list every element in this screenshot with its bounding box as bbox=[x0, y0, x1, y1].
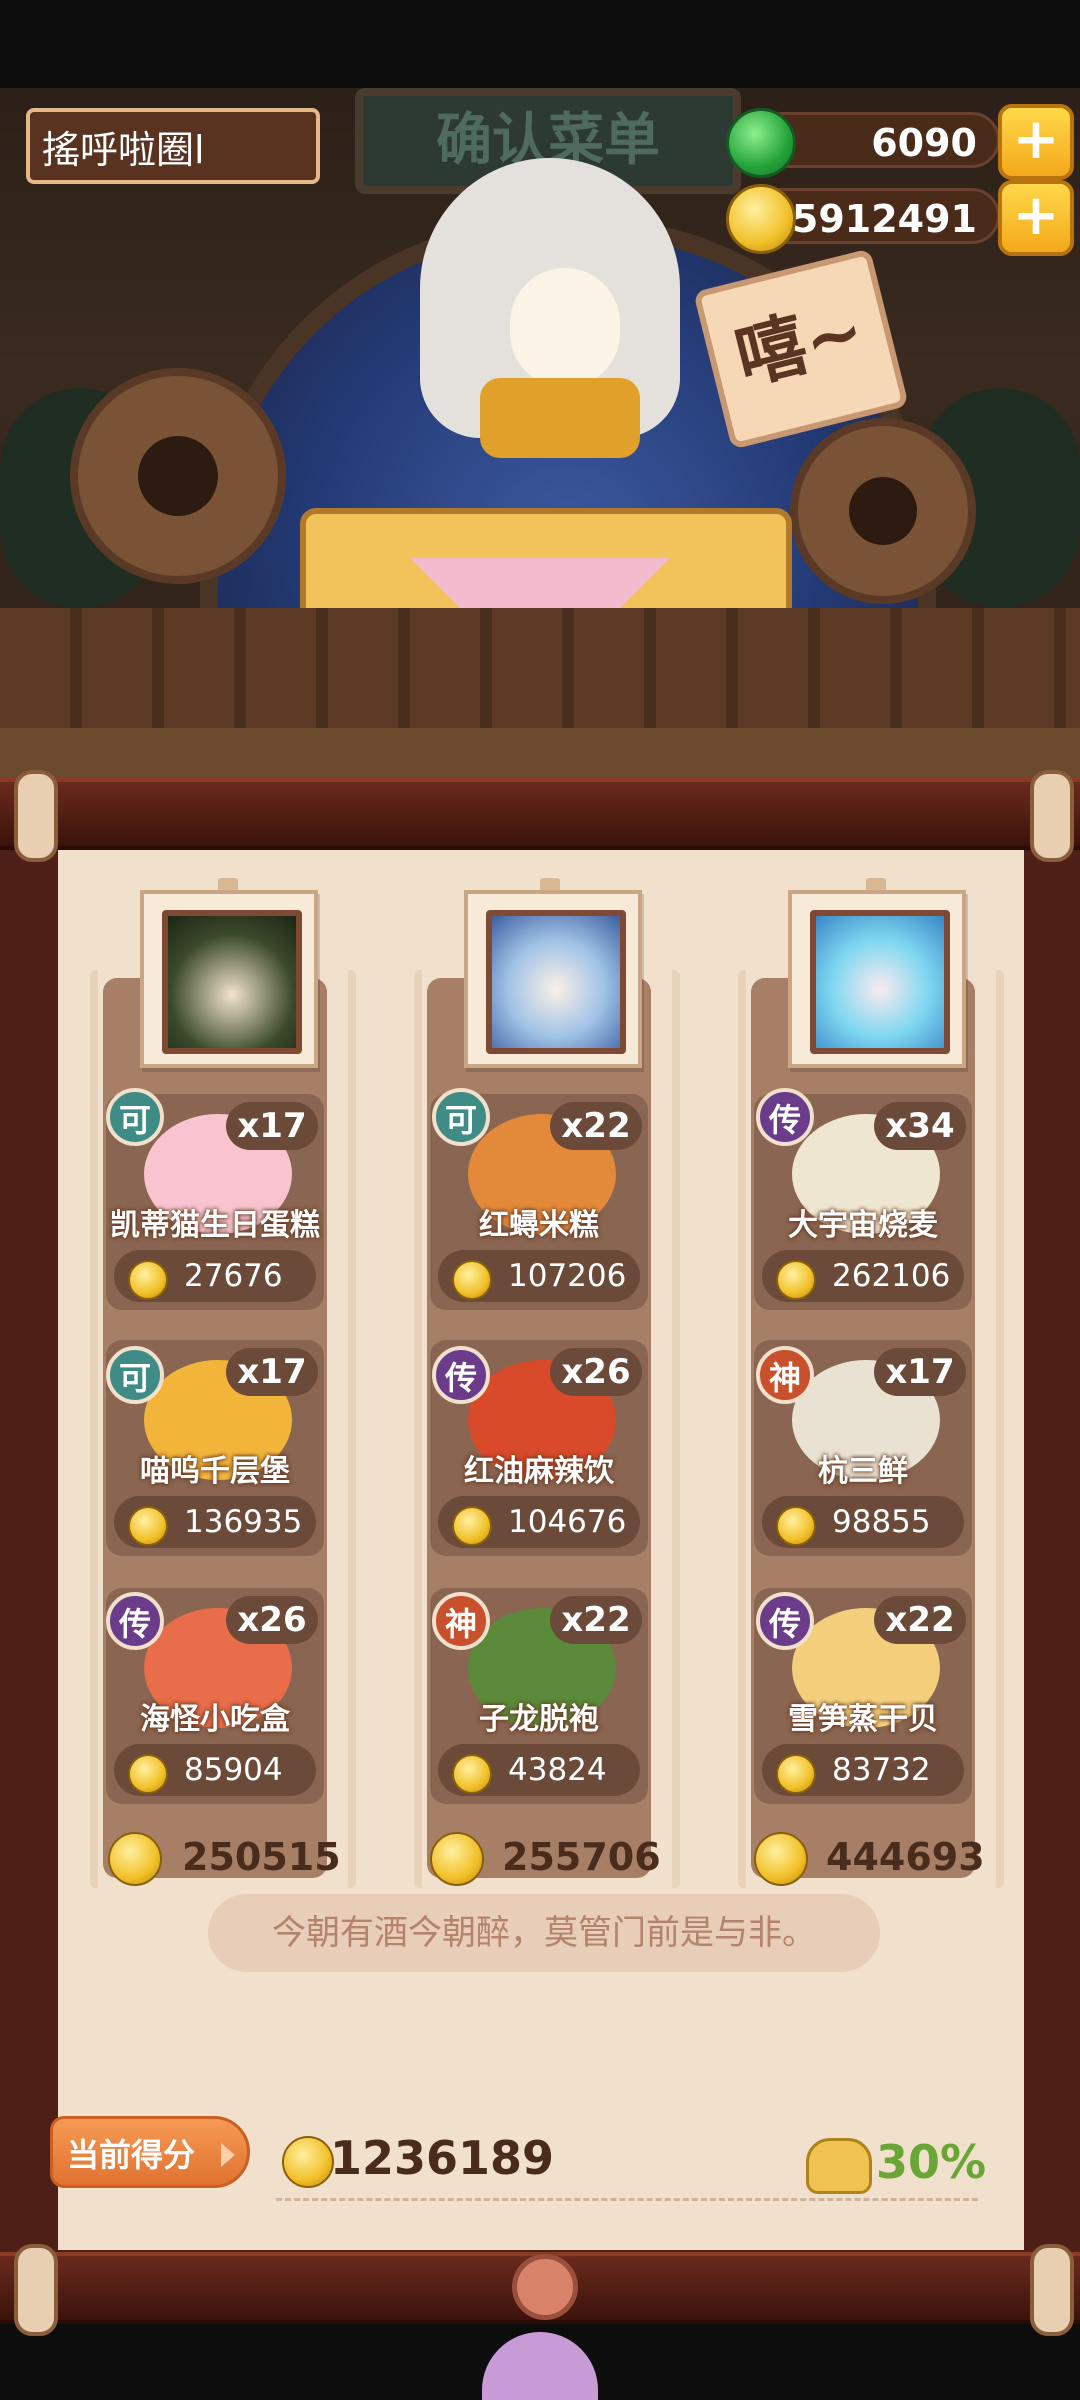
dish-quantity: x22 bbox=[874, 1596, 966, 1644]
rarity-badge: 可 bbox=[106, 1088, 164, 1146]
dish-quantity: x17 bbox=[874, 1348, 966, 1396]
witch-cat-character-icon bbox=[162, 910, 302, 1054]
shopkeeper-quote: 今朝有酒今朝醉，莫管门前是与非。 bbox=[208, 1894, 880, 1972]
dish-name: 雪笋蒸干贝 bbox=[788, 1702, 938, 1737]
dish-name: 红油麻辣饮 bbox=[464, 1454, 614, 1489]
coin-icon bbox=[452, 1506, 492, 1546]
score-value: 1236189 bbox=[330, 2131, 555, 2185]
coin-icon bbox=[128, 1506, 168, 1546]
rarity-badge: 传 bbox=[756, 1592, 814, 1650]
coin-icon bbox=[452, 1260, 492, 1300]
dish-quantity: x22 bbox=[550, 1596, 642, 1644]
rod-end-icon bbox=[1030, 770, 1074, 862]
coin-icon bbox=[282, 2136, 334, 2188]
coin-icon bbox=[108, 1832, 162, 1886]
rarity-badge: 传 bbox=[432, 1346, 490, 1404]
dish-name: 大宇宙烧麦 bbox=[788, 1208, 938, 1243]
shopkeeper-face bbox=[510, 268, 620, 388]
rarity-badge: 神 bbox=[432, 1592, 490, 1650]
coin-icon bbox=[452, 1754, 492, 1794]
blue-hair-girl-character-icon bbox=[810, 910, 950, 1054]
knot-icon bbox=[512, 2254, 578, 2320]
rarity-badge: 传 bbox=[106, 1592, 164, 1650]
dish-name: 海怪小吃盒 bbox=[140, 1702, 290, 1737]
dish-name: 红蟳米糕 bbox=[479, 1208, 599, 1243]
rarity-badge: 神 bbox=[756, 1346, 814, 1404]
rod-end-icon bbox=[14, 2244, 58, 2336]
dish-quantity: x22 bbox=[550, 1102, 642, 1150]
guest-portrait-2[interactable] bbox=[464, 890, 642, 1068]
current-score-button[interactable]: 当前得分 bbox=[50, 2116, 250, 2188]
player-name[interactable]: 搖呼啦圈l bbox=[26, 108, 320, 184]
add-gold-button[interactable]: + bbox=[998, 180, 1074, 256]
dish-name: 喵呜千层堡 bbox=[140, 1454, 290, 1489]
rarity-badge: 传 bbox=[756, 1088, 814, 1146]
coin-icon bbox=[754, 1832, 808, 1886]
white-hair-boy-character-icon bbox=[486, 910, 626, 1054]
column-total: 255706 bbox=[502, 1835, 661, 1879]
gold-coin-icon bbox=[726, 184, 796, 254]
rarity-badge: 可 bbox=[432, 1088, 490, 1146]
dish-name: 子龙脱袍 bbox=[479, 1702, 599, 1737]
guest-portrait-1[interactable] bbox=[140, 890, 318, 1068]
dish-name: 凯蒂猫生日蛋糕 bbox=[110, 1208, 320, 1243]
jade-icon bbox=[726, 108, 796, 178]
fan-right-decoration bbox=[790, 418, 976, 604]
coin-icon bbox=[776, 1754, 816, 1794]
rod-end-icon bbox=[1030, 2244, 1074, 2336]
dish-name: 杭三鲜 bbox=[818, 1454, 908, 1489]
money-bag-icon bbox=[806, 2138, 872, 2194]
bonus-percent: 30% bbox=[876, 2135, 987, 2189]
dish-quantity: x26 bbox=[226, 1596, 318, 1644]
guest-portrait-3[interactable] bbox=[788, 890, 966, 1068]
shopkeeper-character[interactable] bbox=[420, 158, 680, 458]
dish-quantity: x17 bbox=[226, 1348, 318, 1396]
dish-quantity: x26 bbox=[550, 1348, 642, 1396]
coin-icon bbox=[776, 1506, 816, 1546]
scroll-rod-top bbox=[0, 778, 1080, 850]
fan-left-decoration bbox=[70, 368, 286, 584]
arrow-right-icon bbox=[221, 2143, 235, 2167]
coin-icon bbox=[128, 1754, 168, 1794]
shopkeeper-body bbox=[480, 378, 640, 458]
dish-quantity: x34 bbox=[874, 1102, 966, 1150]
divider bbox=[276, 2198, 978, 2201]
tassel-decoration bbox=[472, 2254, 608, 2400]
add-jade-button[interactable]: + bbox=[998, 104, 1074, 180]
fringe-icon bbox=[482, 2332, 598, 2400]
column-total: 444693 bbox=[826, 1835, 985, 1879]
rarity-badge: 可 bbox=[106, 1346, 164, 1404]
coin-icon bbox=[128, 1260, 168, 1300]
rod-end-icon bbox=[14, 770, 58, 862]
column-total: 250515 bbox=[182, 1835, 341, 1879]
coin-icon bbox=[430, 1832, 484, 1886]
coin-icon bbox=[776, 1260, 816, 1300]
current-score-label: 当前得分 bbox=[67, 2136, 196, 2174]
dish-quantity: x17 bbox=[226, 1102, 318, 1150]
